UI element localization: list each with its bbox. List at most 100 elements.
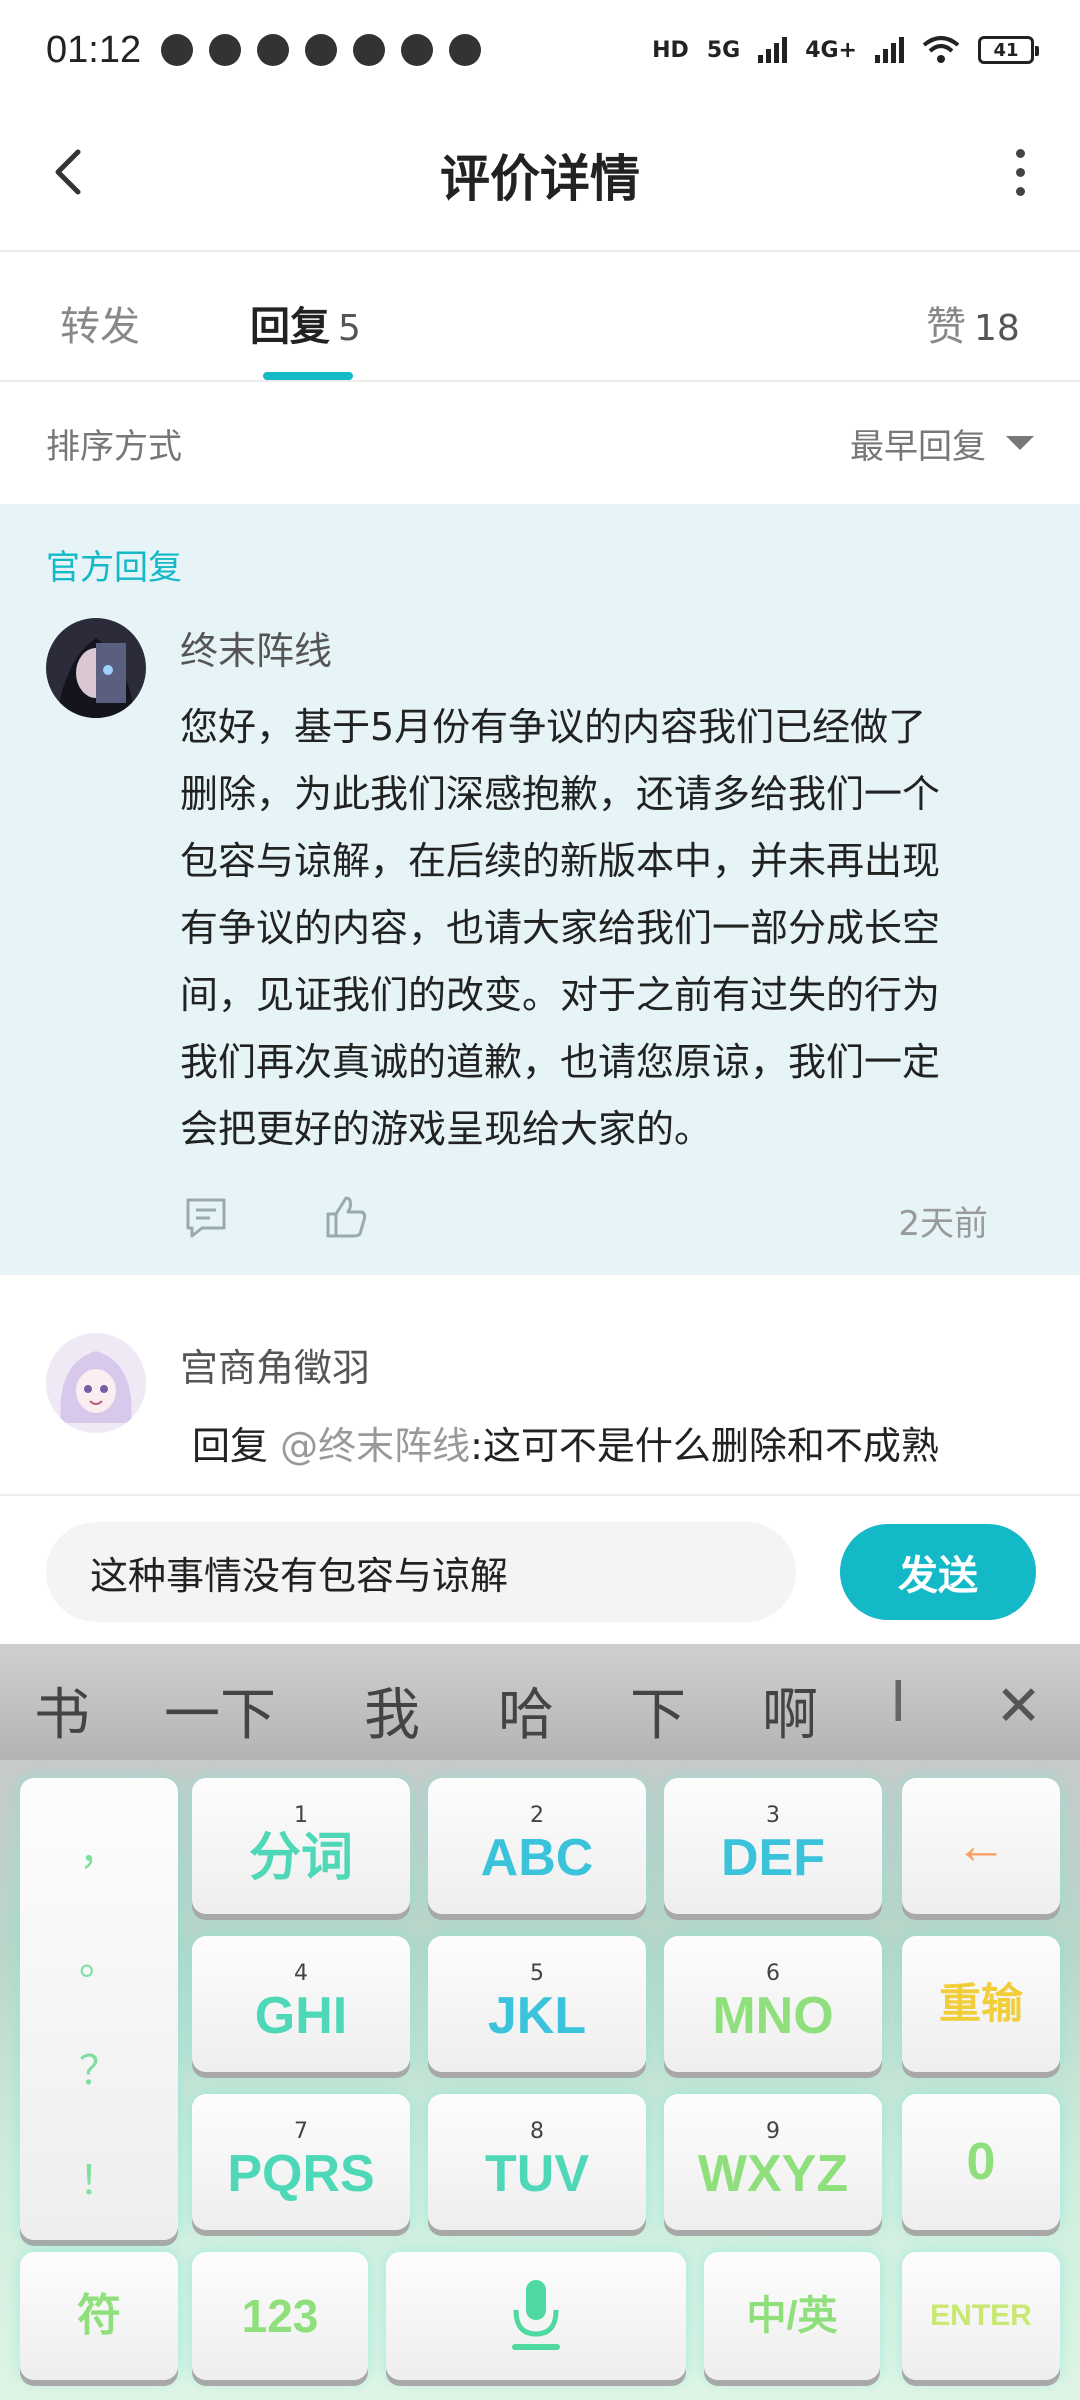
punct-comma[interactable]: ， bbox=[20, 1818, 178, 1876]
reply-content: :这可不是什么删除和不成熟 bbox=[470, 1424, 939, 1468]
key-label: TUV bbox=[485, 2145, 589, 2203]
key-label: ABC bbox=[480, 1829, 594, 1887]
comment-reply-text: 回复 @终末阵线:这可不是什么删除和不成熟 bbox=[192, 1415, 939, 1470]
key-label: JKL bbox=[487, 1987, 587, 2045]
text-line: 间，见证我们的改变。对于之前有过失的行为 bbox=[180, 973, 941, 1017]
taobao-icon bbox=[257, 34, 290, 66]
tab-replies-label: 回复 bbox=[250, 304, 330, 350]
tab-replies[interactable]: 回复 5 bbox=[250, 294, 361, 352]
key-label: GHI bbox=[254, 1987, 348, 2045]
official-reply-tag: 官方回复 bbox=[46, 548, 182, 588]
text-line: 您好，基于5月份有争议的内容我们已经做了 bbox=[180, 705, 927, 749]
key-label: PQRS bbox=[227, 2145, 375, 2203]
language-switch-key[interactable]: 中/英 bbox=[704, 2252, 880, 2380]
system-status: HD 5G 4G+ 41 bbox=[652, 35, 1039, 65]
punct-period[interactable]: 。 bbox=[20, 1928, 178, 1986]
key-label: 符 bbox=[77, 2291, 121, 2340]
key-9[interactable]: 9 WXYZ bbox=[664, 2094, 882, 2230]
text-line: 我们再次真诚的道歉，也请您原谅，我们一定 bbox=[180, 1040, 941, 1084]
tab-forward[interactable]: 转发 bbox=[60, 294, 140, 352]
back-arrow-icon[interactable] bbox=[40, 142, 100, 202]
hd-label: HD bbox=[652, 37, 689, 63]
key-3[interactable]: 3 DEF bbox=[664, 1778, 882, 1914]
text-line: 会把更好的游戏呈现给大家的。 bbox=[180, 1107, 713, 1151]
comment-author-name[interactable]: 宫商角徵羽 bbox=[180, 1337, 370, 1392]
app-notification-icon bbox=[161, 34, 194, 66]
more-options-icon[interactable] bbox=[990, 142, 1050, 202]
backspace-key[interactable]: ← bbox=[902, 1778, 1060, 1914]
chat-icon bbox=[353, 34, 386, 66]
text-line: 有争议的内容，也请大家给我们一部分成长空 bbox=[180, 906, 941, 950]
key-number: 8 bbox=[530, 2119, 544, 2144]
4g-label: 4G+ bbox=[805, 37, 857, 63]
signal-4g-icon bbox=[875, 37, 904, 63]
reply-input-bar: 这种事情没有包容与谅解 发送 bbox=[0, 1494, 1080, 1644]
tab-bar: 转发 回复 5 赞 18 bbox=[0, 252, 1080, 382]
sort-bar: 排序方式 最早回复 bbox=[0, 382, 1080, 504]
text-line: 包容与谅解，在后续的新版本中，并未再出现 bbox=[180, 839, 941, 883]
mention-link[interactable]: @终末阵线 bbox=[280, 1424, 470, 1468]
text-line: 删除，为此我们深感抱歉，还请多给我们一个 bbox=[180, 772, 941, 816]
comment-icon[interactable] bbox=[182, 1194, 230, 1242]
key-label: MNO bbox=[712, 1987, 834, 2045]
page-title: 评价详情 bbox=[440, 150, 640, 208]
key-label: 重输 bbox=[938, 1980, 1023, 2027]
reenter-key[interactable]: 重输 bbox=[902, 1936, 1060, 2072]
official-reply-time: 2天前 bbox=[898, 1204, 988, 1244]
mail-icon bbox=[209, 34, 242, 66]
candidate-item[interactable]: I bbox=[890, 1670, 907, 1735]
key-number: 7 bbox=[294, 2119, 308, 2144]
candidate-item[interactable]: 书 bbox=[34, 1670, 90, 1751]
tab-likes-count: 18 bbox=[974, 308, 1020, 349]
numbers-key[interactable]: 123 bbox=[192, 2252, 368, 2380]
candidate-item[interactable]: 我 bbox=[364, 1670, 420, 1751]
key-8[interactable]: 8 TUV bbox=[428, 2094, 646, 2230]
key-2[interactable]: 2 ABC bbox=[428, 1778, 646, 1914]
sort-dropdown[interactable]: 最早回复 bbox=[850, 419, 1034, 468]
voice-key[interactable] bbox=[386, 2252, 686, 2380]
key-number: 5 bbox=[530, 1961, 544, 1986]
notification-icons bbox=[161, 34, 482, 66]
tab-forward-label: 转发 bbox=[60, 304, 140, 350]
like-icon[interactable] bbox=[322, 1192, 370, 1240]
candidate-item[interactable]: 一下 bbox=[164, 1670, 276, 1751]
candidate-item[interactable]: 下 bbox=[630, 1670, 686, 1751]
punctuation-column[interactable]: ， 。 ？ ！ bbox=[20, 1778, 178, 2240]
key-label: 分词 bbox=[248, 1829, 353, 1887]
dropdown-triangle-icon bbox=[1006, 436, 1034, 450]
key-6[interactable]: 6 MNO bbox=[664, 1936, 882, 2072]
key-4[interactable]: 4 GHI bbox=[192, 1936, 410, 2072]
key-label: 中/英 bbox=[746, 2294, 838, 2338]
official-author-name[interactable]: 终末阵线 bbox=[180, 620, 332, 675]
sort-label: 排序方式 bbox=[46, 426, 182, 467]
enter-key[interactable]: ENTER bbox=[902, 2252, 1060, 2380]
key-5[interactable]: 5 JKL bbox=[428, 1936, 646, 2072]
page-header: 评价详情 bbox=[0, 100, 1080, 252]
key-0[interactable]: 0 bbox=[902, 2094, 1060, 2230]
close-candidates-icon[interactable]: ✕ bbox=[995, 1674, 1042, 1739]
tab-replies-count: 5 bbox=[338, 308, 361, 349]
key-number: 1 bbox=[294, 1803, 308, 1828]
key-number: 2 bbox=[530, 1803, 544, 1828]
punct-question[interactable]: ？ bbox=[20, 2038, 178, 2096]
avatar[interactable] bbox=[46, 618, 146, 718]
symbols-key[interactable]: 符 bbox=[20, 2252, 178, 2380]
candidate-item[interactable]: 哈 bbox=[498, 1670, 554, 1751]
key-7[interactable]: 7 PQRS bbox=[192, 2094, 410, 2230]
reply-input[interactable]: 这种事情没有包容与谅解 bbox=[46, 1522, 796, 1622]
active-tab-indicator bbox=[263, 372, 353, 380]
status-time: 01:12 bbox=[46, 28, 142, 71]
candidate-item[interactable]: 啊 bbox=[762, 1670, 818, 1751]
ime-keyboard: 书 一下 我 哈 下 啊 I ✕ ， 。 ？ ！ 1 分词 2 ABC 3 DE… bbox=[0, 1644, 1080, 2400]
official-reply-text: 您好，基于5月份有争议的内容我们已经做了 删除，为此我们深感抱歉，还请多给我们一… bbox=[180, 694, 1040, 1163]
send-button[interactable]: 发送 bbox=[840, 1524, 1036, 1620]
key-1[interactable]: 1 分词 bbox=[192, 1778, 410, 1914]
key-number: 3 bbox=[766, 1803, 780, 1828]
punct-exclaim[interactable]: ！ bbox=[20, 2148, 178, 2206]
candidate-bar: 书 一下 我 哈 下 啊 I ✕ bbox=[0, 1644, 1080, 1760]
tab-likes[interactable]: 赞 18 bbox=[926, 294, 1020, 352]
key-number: 9 bbox=[766, 2119, 780, 2144]
key-number: 6 bbox=[766, 1961, 780, 1986]
key-label: WXYZ bbox=[697, 2145, 849, 2203]
avatar[interactable] bbox=[46, 1333, 146, 1433]
